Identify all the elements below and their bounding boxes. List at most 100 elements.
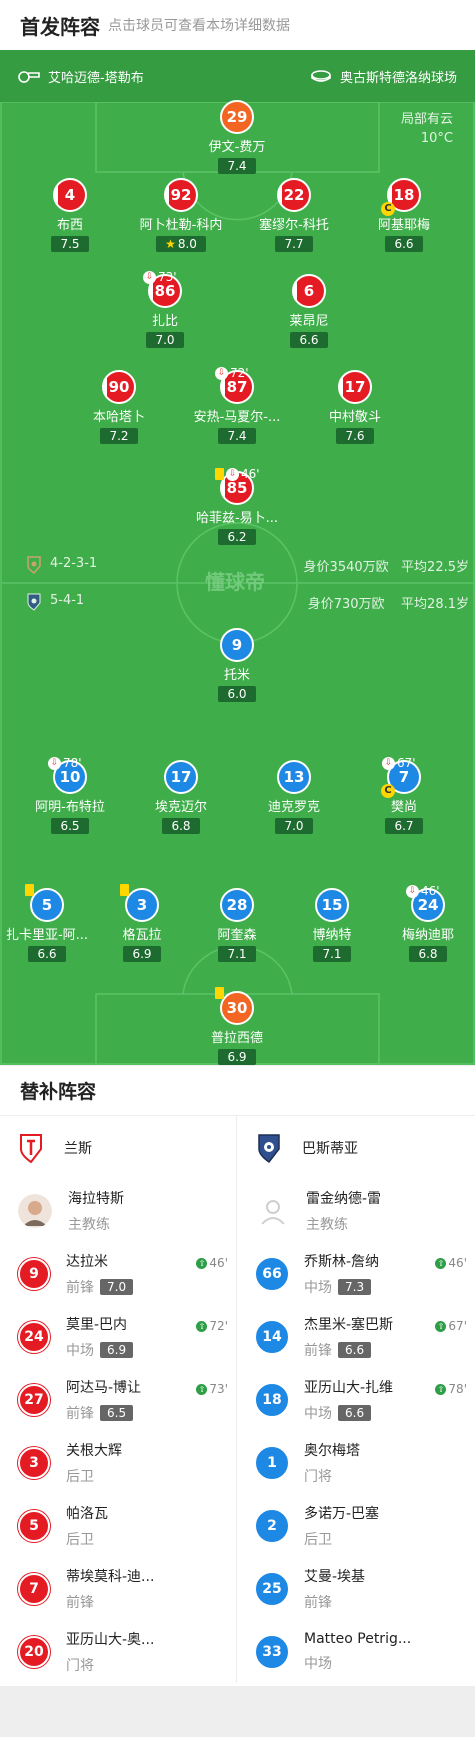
home-player-am[interactable]: 90 本哈塔卜 7.2 — [59, 370, 179, 444]
sub-player-row[interactable]: 1 奥尔梅塔 门将 — [238, 1431, 475, 1494]
home-player-def[interactable]: 22 塞缪尔-科托 7.7 — [234, 178, 354, 252]
away-coach-row[interactable]: 雷金纳德-雷 主教练 — [238, 1179, 475, 1242]
sub-position: 前锋 — [304, 1342, 332, 1359]
sub-minute: 73' — [158, 270, 177, 284]
sub-in-minute: 67' — [448, 1319, 467, 1333]
jersey-number: 5 — [30, 888, 64, 922]
jersey-number: 22 — [277, 178, 311, 212]
home-player-st[interactable]: 85 ⇩ 46' 哈菲兹-易卜... 6.2 — [177, 467, 297, 545]
sub-minute: 67' — [397, 756, 416, 770]
sub-position: 前锋 — [66, 1594, 94, 1611]
referee-name: 艾哈迈德-塔勒布 — [48, 70, 144, 86]
sub-player-row[interactable]: 33 Matteo Petrig... 中场 — [238, 1620, 475, 1683]
away-team-row[interactable]: 巴斯蒂亚 — [238, 1116, 475, 1179]
substitutes-section: 替补阵容 兰斯 海拉特斯 主教练 9 达拉米 前锋 7.0 ⇧ 46' 24 莫里-巴内… — [0, 1066, 475, 1686]
sub-player-row[interactable]: 9 达拉米 前锋 7.0 ⇧ 46' — [0, 1242, 236, 1305]
sub-player-row[interactable]: 24 莫里-巴内 中场 6.9 ⇧ 72' — [0, 1305, 236, 1368]
player-name: 伊文-费万 — [208, 140, 266, 155]
sub-player-row[interactable]: 14 杰里米-塞巴斯 前锋 6.6 ⇧ 67' — [238, 1305, 475, 1368]
sub-player-row[interactable]: 66 乔斯林-詹纳 中场 7.3 ⇧ 46' — [238, 1242, 475, 1305]
jersey-number: 13 — [277, 760, 311, 794]
sub-in-info: ⇧ 67' — [435, 1319, 467, 1333]
jersey-number: 3 — [125, 888, 159, 922]
player-rating: 6.6 — [385, 236, 423, 252]
home-player-dm[interactable]: 6 莱昂尼 6.6 — [249, 274, 369, 348]
home-coach-row[interactable]: 海拉特斯 主教练 — [0, 1179, 236, 1242]
home-formation-row: 4-2-3-1 身价3540万欧 平均22.5岁 — [0, 552, 475, 578]
away-player-mid[interactable]: 10 ⇩ 78' 阿明-布特拉 6.5 — [10, 756, 130, 834]
away-player-gk[interactable]: 30 普拉西德 6.9 — [177, 987, 297, 1065]
sub-player-row[interactable]: 27 阿达马-博让 前锋 6.5 ⇧ 73' — [0, 1368, 236, 1431]
page-subtitle: 点击球员可查看本场详细数据 — [108, 18, 290, 34]
player-rating: 7.4 — [218, 428, 256, 444]
mvp-star-icon: ★ — [165, 237, 176, 251]
player-name: 托米 — [223, 668, 250, 683]
player-name: 莱昂尼 — [289, 314, 329, 329]
sub-name: 蒂埃莫科-迪... — [66, 1568, 155, 1585]
player-rating: 6.7 — [385, 818, 423, 834]
player-rating: 7.1 — [218, 946, 256, 962]
jersey-number: 30 — [220, 991, 254, 1025]
sub-player-row[interactable]: 18 亚历山大-扎维 中场 6.6 ⇧ 78' — [238, 1368, 475, 1431]
home-player-def[interactable]: 4 布西 7.5 — [10, 178, 130, 252]
sub-minute: 46' — [421, 884, 440, 898]
home-player-dm[interactable]: 86 ⇩ 73' 扎比 7.0 — [105, 270, 225, 348]
sub-player-row[interactable]: 5 帕洛瓦 后卫 — [0, 1494, 236, 1557]
sub-off-icon: ⇩ — [215, 366, 228, 380]
coach-avatar-placeholder-icon — [256, 1193, 290, 1228]
player-name: 本哈塔卜 — [92, 410, 145, 425]
player-name: 迪克罗克 — [267, 800, 320, 815]
coach-name: 雷金纳德-雷 — [306, 1190, 382, 1207]
sub-rating: 7.0 — [100, 1278, 134, 1295]
sub-player-row[interactable]: 7 蒂埃莫科-迪... 前锋 — [0, 1557, 236, 1620]
home-value: 身价3540万欧 — [303, 560, 389, 575]
sub-in-info: ⇧ 73' — [196, 1382, 228, 1396]
away-stats: 身价730万欧 平均28.1岁 — [308, 593, 469, 612]
sub-number: 9 — [18, 1257, 50, 1290]
coach-name: 海拉特斯 — [68, 1190, 124, 1207]
jersey-number: 9 — [220, 628, 254, 662]
jersey-number: 7 — [398, 768, 410, 786]
sub-player-row[interactable]: 25 艾曼-埃基 前锋 — [238, 1557, 475, 1620]
away-player-st[interactable]: 9 托米 6.0 — [177, 628, 297, 702]
sub-in-info: ⇧ 46' — [435, 1256, 467, 1270]
sub-in-info: ⇧ 72' — [196, 1319, 228, 1333]
card-info — [215, 987, 224, 999]
sub-name: 艾曼-埃基 — [304, 1568, 366, 1585]
home-player-gk[interactable]: 29 伊文-费万 7.4 — [177, 100, 297, 174]
home-avg-age: 平均22.5岁 — [401, 560, 469, 575]
away-team-logo-icon — [27, 593, 41, 611]
home-player-am[interactable]: 17 中村敬斗 7.6 — [295, 370, 415, 444]
sub-in-icon: ⇧ — [196, 1383, 208, 1395]
sub-number: 24 — [18, 1320, 50, 1353]
home-player-def[interactable]: 18 C 阿基耶梅 6.6 — [344, 178, 464, 252]
player-name: 埃克迈尔 — [154, 800, 207, 815]
home-stats: 身价3540万欧 平均22.5岁 — [304, 556, 469, 575]
sub-rating: 6.9 — [100, 1341, 134, 1358]
sub-number: 27 — [18, 1383, 50, 1416]
sub-name: 达拉米 — [66, 1253, 108, 1270]
sub-name: 奥尔梅塔 — [304, 1442, 360, 1459]
sub-position: 前锋 — [66, 1405, 94, 1422]
home-team-row[interactable]: 兰斯 — [0, 1116, 236, 1179]
sub-in-info: ⇧ 46' — [196, 1256, 228, 1270]
home-player-def[interactable]: 92 阿卜杜勒-科内 ★ 8.0 — [121, 178, 241, 252]
sub-number: 66 — [256, 1257, 288, 1290]
away-player-mid[interactable]: 13 迪克罗克 7.0 — [234, 760, 354, 834]
sub-off-info: ⇩ 67' — [382, 756, 416, 770]
sub-player-row[interactable]: 2 多诺万-巴塞 后卫 — [238, 1494, 475, 1557]
sub-in-minute: 46' — [209, 1256, 228, 1270]
sub-player-row[interactable]: 20 亚历山大-奥... 门将 — [0, 1620, 236, 1683]
away-player-mid[interactable]: 7C ⇩ 67' 樊尚 6.7 — [344, 756, 464, 834]
player-rating: 6.9 — [218, 1049, 256, 1065]
sub-number: 2 — [256, 1509, 288, 1542]
away-player-mid[interactable]: 17 埃克迈尔 6.8 — [121, 760, 241, 834]
away-team-logo-icon — [258, 1133, 280, 1163]
player-name: 阿卜杜勒-科内 — [139, 218, 223, 233]
sub-off-icon: ⇩ — [406, 884, 419, 898]
sub-number: 18 — [256, 1383, 288, 1416]
away-player-def[interactable]: 24 ⇩ 46' 梅纳迪耶 6.8 — [368, 884, 475, 962]
sub-player-row[interactable]: 3 关根大辉 后卫 — [0, 1431, 236, 1494]
player-rating-value: 8.0 — [177, 237, 197, 251]
home-player-am[interactable]: 87 ⇩ 72' 安热-马夏尔-... 7.4 — [177, 366, 297, 444]
